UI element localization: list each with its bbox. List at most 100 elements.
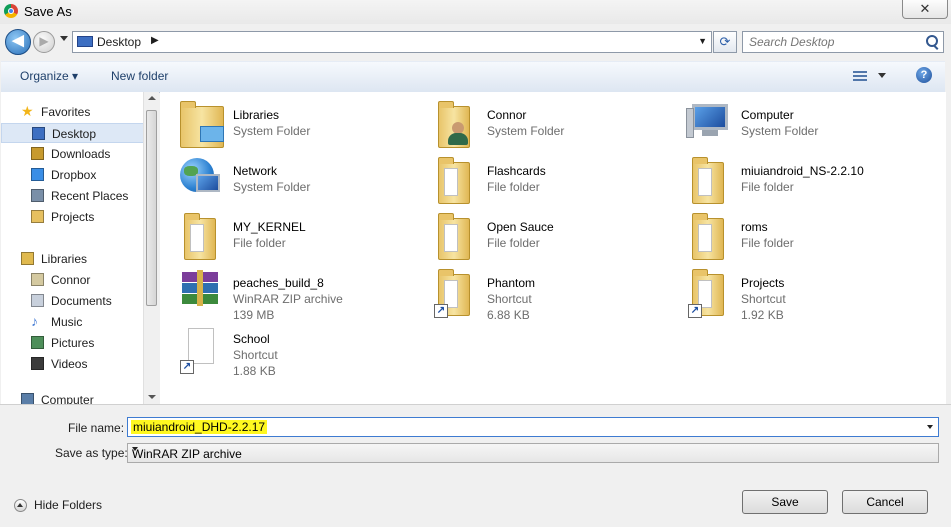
sidebar-item-projects[interactable]: Projects <box>1 207 144 227</box>
forward-button[interactable]: ▶ <box>33 31 55 53</box>
sidebar-item-connor[interactable]: Connor <box>1 270 144 290</box>
folder-icon <box>434 212 482 260</box>
chevron-down-icon[interactable] <box>132 447 138 451</box>
file-name: roms <box>741 220 768 234</box>
file-item[interactable]: peaches_build_8 WinRAR ZIP archive 139 MB <box>160 260 400 322</box>
file-item[interactable]: Network System Folder <box>160 148 400 200</box>
file-item[interactable]: Flashcards File folder <box>414 148 654 204</box>
search-input[interactable] <box>749 35 919 49</box>
folder-icon <box>688 156 736 204</box>
file-name: Open Sauce <box>487 220 554 234</box>
file-item[interactable]: Open Sauce File folder <box>414 204 654 260</box>
sidebar-item-computer[interactable]: Computer <box>1 390 144 405</box>
file-name: Phantom <box>487 276 536 290</box>
save-button[interactable]: Save <box>742 490 828 514</box>
file-type: Shortcut <box>741 292 786 306</box>
shortcut-folder-icon: ↗ <box>434 268 482 318</box>
file-item[interactable]: MY_KERNEL File folder <box>160 204 400 260</box>
file-item[interactable]: Computer System Folder <box>668 92 908 144</box>
library-icon <box>31 273 44 286</box>
sidebar-item-label: Music <box>51 315 83 329</box>
cancel-button[interactable]: Cancel <box>842 490 928 514</box>
sidebar-item-label: Projects <box>51 210 95 224</box>
computer-icon <box>686 100 736 148</box>
address-row: ◀ ▶ Desktop ▶ ▼ ⟳ <box>0 24 951 60</box>
file-item[interactable]: ↗ Projects Shortcut 1.92 KB <box>668 260 908 322</box>
save-type-value[interactable]: WinRAR ZIP archive <box>132 447 242 461</box>
file-item[interactable]: roms File folder <box>668 204 908 260</box>
file-name: Computer <box>741 108 794 122</box>
help-icon[interactable]: ? <box>916 67 932 83</box>
sidebar-item-favorites[interactable]: ★ Favorites <box>1 102 144 122</box>
search-icon[interactable] <box>926 35 938 47</box>
pictures-icon <box>31 336 44 349</box>
recent-places-icon <box>31 189 44 202</box>
new-folder-button[interactable]: New folder <box>111 69 168 83</box>
back-button[interactable]: ◀ <box>5 29 31 55</box>
sidebar-item-videos[interactable]: Videos <box>1 354 144 374</box>
sidebar-item-dropbox[interactable]: Dropbox <box>1 165 144 185</box>
command-bar: Organize ▾ New folder ? <box>1 61 945 93</box>
desktop-icon <box>32 127 45 140</box>
file-item[interactable]: ↗ School Shortcut 1.88 KB <box>160 316 400 378</box>
file-name-label: File name: <box>68 421 125 435</box>
sidebar-item-documents[interactable]: Documents <box>1 291 144 311</box>
scroll-down-arrow[interactable] <box>148 395 156 399</box>
file-type: File folder <box>741 180 794 194</box>
file-size: 6.88 KB <box>487 308 530 322</box>
close-button[interactable]: ✕ <box>902 0 948 19</box>
navigation-pane: ★ Favorites Desktop Downloads Dropbox Recent … <box>1 92 159 405</box>
folder-icon <box>434 156 482 204</box>
folder-icon <box>688 212 736 260</box>
file-item[interactable]: ↗ Phantom Shortcut 6.88 KB <box>414 260 654 322</box>
shortcut-folder-icon: ↗ <box>688 268 736 318</box>
sidebar-item-downloads[interactable]: Downloads <box>1 144 144 164</box>
file-type: File folder <box>233 236 286 250</box>
breadcrumb-arrow[interactable]: ▶ <box>151 35 159 46</box>
sidebar-item-recent-places[interactable]: Recent Places <box>1 186 144 206</box>
scroll-up-arrow[interactable] <box>148 96 156 100</box>
organize-button[interactable]: Organize ▾ <box>20 69 78 83</box>
file-item[interactable]: Libraries System Folder <box>160 92 400 148</box>
scrollbar-thumb[interactable] <box>146 110 157 306</box>
file-type: File folder <box>741 236 794 250</box>
search-box[interactable] <box>742 31 944 53</box>
file-name: peaches_build_8 <box>233 276 324 290</box>
sidebar-item-pictures[interactable]: Pictures <box>1 333 144 353</box>
hide-folders-label[interactable]: Hide Folders <box>34 498 102 512</box>
file-item[interactable]: Connor System Folder <box>414 92 654 148</box>
sidebar-item-libraries[interactable]: Libraries <box>1 249 144 269</box>
folder-icon <box>180 212 228 260</box>
star-icon: ★ <box>21 103 34 119</box>
window-title: Save As <box>24 4 72 19</box>
file-size: 1.92 KB <box>741 308 784 322</box>
shortcut-file-icon: ↗ <box>180 324 228 374</box>
address-bar[interactable]: Desktop ▶ ▼ <box>72 31 712 53</box>
file-type: System Folder <box>233 124 311 138</box>
view-dropdown[interactable] <box>878 73 886 78</box>
refresh-button[interactable]: ⟳ <box>713 31 737 53</box>
sidebar-item-label: Documents <box>51 294 112 308</box>
file-type: System Folder <box>487 124 565 138</box>
save-type-select[interactable]: WinRAR ZIP archive <box>127 443 939 463</box>
sidebar-item-music[interactable]: ♪ Music <box>1 312 144 332</box>
downloads-icon <box>31 147 44 160</box>
chevron-down-icon[interactable] <box>927 425 933 429</box>
file-name-value[interactable]: miuiandroid_DHD-2.2.17 <box>131 420 268 434</box>
file-item[interactable]: miuiandroid_NS-2.2.10 File folder <box>668 148 908 204</box>
address-location[interactable]: Desktop <box>97 35 141 49</box>
view-icon[interactable] <box>853 69 867 81</box>
file-name-field[interactable]: miuiandroid_DHD-2.2.17 <box>127 417 939 437</box>
file-name: Flashcards <box>487 164 546 178</box>
sidebar-item-label: Libraries <box>41 252 88 266</box>
nav-scrollbar[interactable] <box>143 92 159 405</box>
collapse-icon[interactable] <box>14 499 27 512</box>
sidebar-item-label: Favorites <box>41 105 91 119</box>
sidebar-item-desktop[interactable]: Desktop <box>1 123 144 143</box>
chrome-icon <box>4 4 18 18</box>
address-dropdown[interactable]: ▼ <box>698 36 707 46</box>
file-type: File folder <box>487 180 540 194</box>
recent-locations-dropdown[interactable] <box>60 36 68 41</box>
file-name: Projects <box>741 276 785 290</box>
libraries-icon <box>21 252 34 265</box>
